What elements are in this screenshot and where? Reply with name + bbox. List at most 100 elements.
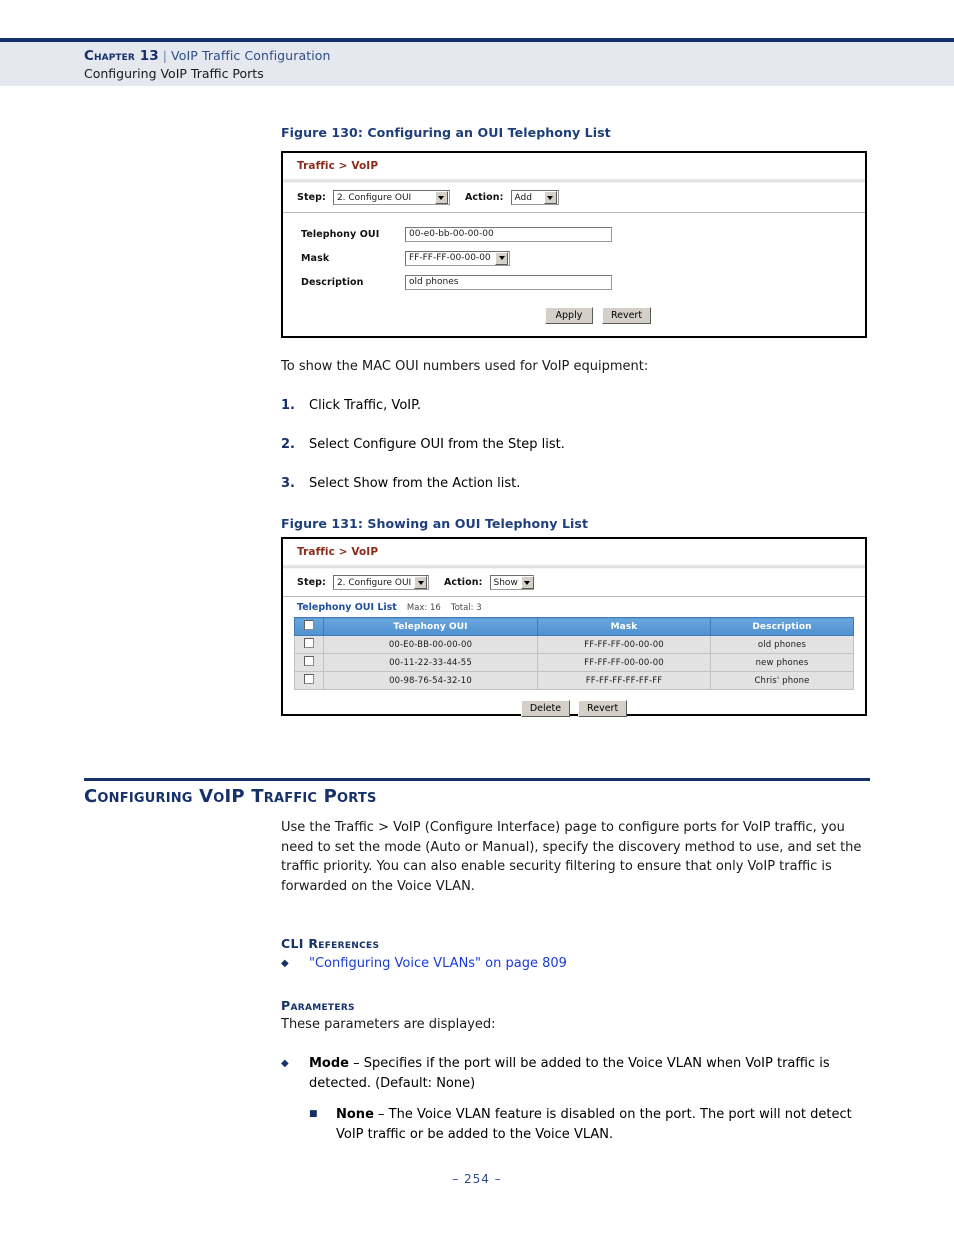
cell-mask: FF-FF-FF-00-00-00 bbox=[537, 653, 711, 672]
table-row: 00-11-22-33-44-55 FF-FF-FF-00-00-00 new … bbox=[294, 653, 854, 672]
procedure-step-1: 1. Click Traffic, VoIP. bbox=[281, 396, 871, 416]
cell-description: old phones bbox=[710, 635, 854, 654]
telephony-oui-input[interactable]: 00-e0-bb-00-00-00 bbox=[405, 226, 612, 242]
cell-telephony-oui: 00-E0-BB-00-00-00 bbox=[323, 635, 538, 654]
step-text: Select Configure OUI from the Step list. bbox=[309, 437, 565, 452]
cli-references-block: CLI References ◆ "Configuring Voice VLAN… bbox=[281, 936, 871, 974]
row-checkbox[interactable] bbox=[304, 674, 314, 684]
column-header-telephony-oui: Telephony OUI bbox=[323, 617, 538, 636]
procedure-step-2: 2. Select Configure OUI from the Step li… bbox=[281, 435, 871, 455]
cell-telephony-oui: 00-11-22-33-44-55 bbox=[323, 653, 538, 672]
step-label: Step: bbox=[297, 577, 326, 588]
parameters-lead: These parameters are displayed: bbox=[281, 1017, 496, 1032]
chevron-down-icon bbox=[495, 251, 508, 265]
telephony-oui-table: Telephony OUI Mask Description 00-E0-BB-… bbox=[294, 617, 854, 690]
list-title: Telephony OUI List bbox=[297, 602, 397, 613]
row-select-cell[interactable] bbox=[294, 635, 324, 654]
list-max-count: Max: 16 bbox=[406, 603, 441, 613]
chevron-down-icon bbox=[543, 191, 557, 204]
header-chapter-number: Chapter 13 bbox=[84, 48, 159, 64]
page-number-footer: – 254 – bbox=[452, 1172, 502, 1186]
action-select[interactable]: Add bbox=[510, 190, 559, 205]
mask-select[interactable]: FF-FF-FF-00-00-00 bbox=[405, 250, 510, 266]
cli-reference-link[interactable]: "Configuring Voice VLANs" on page 809 bbox=[309, 954, 871, 974]
chevron-down-icon bbox=[414, 576, 428, 589]
cli-references-heading: CLI References bbox=[281, 936, 380, 951]
telephony-oui-list-header: Telephony OUI List Max: 16 Total: 3 bbox=[283, 597, 865, 617]
step-text: Select Show from the Action list. bbox=[309, 476, 521, 491]
row-select-cell[interactable] bbox=[294, 653, 324, 672]
diamond-bullet-icon: ◆ bbox=[281, 958, 289, 969]
cell-mask: FF-FF-FF-FF-FF-FF bbox=[537, 671, 711, 690]
delete-button[interactable]: Delete bbox=[520, 700, 571, 717]
cell-description: Chris' phone bbox=[710, 671, 854, 690]
column-header-mask: Mask bbox=[537, 617, 711, 636]
parameters-heading: Parameters bbox=[281, 998, 355, 1013]
list-total-count: Total: 3 bbox=[450, 603, 482, 613]
panel-breadcrumb-title: Traffic > VoIP bbox=[297, 546, 379, 558]
step-select[interactable]: 2. Configure OUI bbox=[332, 575, 429, 590]
cell-mask: FF-FF-FF-00-00-00 bbox=[537, 635, 711, 654]
row-select-cell[interactable] bbox=[294, 671, 324, 690]
row-checkbox[interactable] bbox=[304, 638, 314, 648]
figure131-caption: Figure 131: Showing an OUI Telephony Lis… bbox=[281, 516, 589, 531]
chevron-down-icon bbox=[434, 191, 448, 204]
parameter-none-bullet: ■ None – The Voice VLAN feature is disab… bbox=[309, 1105, 871, 1144]
header-separator: | bbox=[162, 48, 168, 63]
figure130-caption: Figure 130: Configuring an OUI Telephony… bbox=[281, 125, 611, 140]
chevron-down-icon bbox=[520, 576, 534, 589]
figure130-step-action-row: Step: 2. Configure OUI Action: Add bbox=[283, 183, 865, 212]
table-row: 00-E0-BB-00-00-00 FF-FF-FF-00-00-00 old … bbox=[294, 635, 854, 654]
figure130-screenshot-panel: Traffic > VoIP Step: 2. Configure OUI Ac… bbox=[281, 151, 867, 338]
parameter-term-none: None bbox=[336, 1107, 374, 1122]
step-text: Click Traffic, VoIP. bbox=[309, 398, 422, 413]
intro-lead-text: To show the MAC OUI numbers used for VoI… bbox=[281, 359, 649, 374]
select-all-checkbox[interactable] bbox=[304, 620, 314, 630]
header-chapter-title: VoIP Traffic Configuration bbox=[171, 48, 331, 63]
step-number: 1. bbox=[281, 398, 295, 413]
procedure-step-3: 3. Select Show from the Action list. bbox=[281, 474, 871, 494]
row-checkbox[interactable] bbox=[304, 656, 314, 666]
action-label: Action: bbox=[443, 577, 483, 588]
apply-button[interactable]: Apply bbox=[544, 307, 593, 324]
figure131-screenshot-panel: Traffic > VoIP Step: 2. Configure OUI Ac… bbox=[281, 537, 867, 717]
action-select-value: Show bbox=[493, 577, 518, 588]
figure131-step-action-row: Step: 2. Configure OUI Action: Show bbox=[283, 569, 865, 596]
form-row-description: Description old phones bbox=[283, 270, 865, 294]
step-label: Step: bbox=[297, 192, 326, 203]
parameter-term-mode: Mode bbox=[309, 1056, 349, 1071]
figure131-button-row: Delete Revert bbox=[283, 690, 865, 717]
step-select-value: 2. Configure OUI bbox=[336, 192, 412, 203]
section-divider-rule bbox=[84, 778, 870, 781]
step-number: 3. bbox=[281, 476, 295, 491]
header-chapter-line: Chapter 13 | VoIP Traffic Configuration bbox=[84, 48, 331, 64]
step-select[interactable]: 2. Configure OUI bbox=[332, 190, 450, 205]
header-section-subtitle: Configuring VoIP Traffic Ports bbox=[84, 66, 264, 81]
page-title: Configuring VoIP Traffic Ports bbox=[84, 786, 377, 807]
diamond-bullet-icon: ◆ bbox=[281, 1058, 289, 1069]
table-row: 00-98-76-54-32-10 FF-FF-FF-FF-FF-FF Chri… bbox=[294, 671, 854, 690]
action-select[interactable]: Show bbox=[489, 575, 534, 590]
parameter-desc-mode: – Specifies if the port will be added to… bbox=[309, 1056, 830, 1091]
revert-button[interactable]: Revert bbox=[578, 700, 628, 717]
column-header-description: Description bbox=[710, 617, 854, 636]
parameter-desc-none: – The Voice VLAN feature is disabled on … bbox=[336, 1107, 852, 1142]
description-input[interactable]: old phones bbox=[405, 274, 612, 290]
action-label: Action: bbox=[464, 192, 504, 203]
square-bullet-icon: ■ bbox=[309, 1109, 318, 1119]
description-label: Description bbox=[301, 276, 364, 288]
parameter-mode-bullet: ◆ Mode – Specifies if the port will be a… bbox=[281, 1054, 871, 1093]
revert-button[interactable]: Revert bbox=[601, 307, 652, 324]
mask-select-value: FF-FF-FF-00-00-00 bbox=[409, 253, 491, 263]
action-select-value: Add bbox=[514, 192, 532, 203]
telephony-oui-label: Telephony OUI bbox=[301, 228, 380, 240]
table-header-row: Telephony OUI Mask Description bbox=[294, 617, 854, 636]
page-running-header: Chapter 13 | VoIP Traffic Configuration Co… bbox=[0, 38, 954, 86]
parameters-block: Parameters These parameters are displaye… bbox=[281, 998, 871, 1035]
step-number: 2. bbox=[281, 437, 295, 452]
cell-description: new phones bbox=[710, 653, 854, 672]
form-row-mask: Mask FF-FF-FF-00-00-00 bbox=[283, 246, 865, 270]
mask-label: Mask bbox=[301, 252, 330, 264]
section-intro-paragraph: Use the Traffic > VoIP (Configure Interf… bbox=[281, 820, 862, 894]
select-all-header[interactable] bbox=[294, 617, 324, 636]
